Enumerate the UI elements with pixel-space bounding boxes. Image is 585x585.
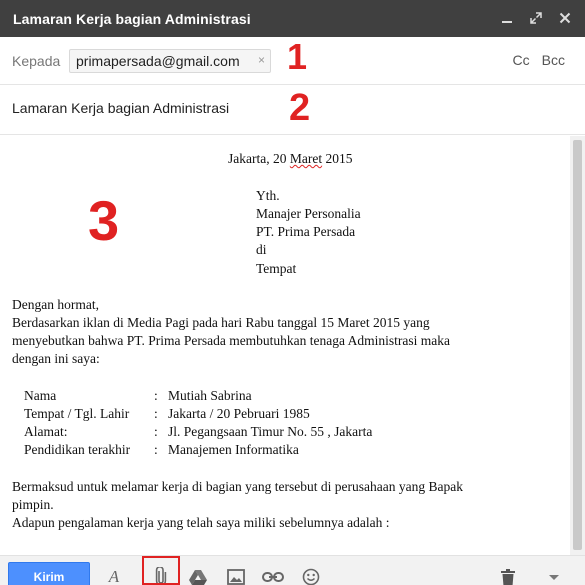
address-line: Yth.	[256, 188, 280, 203]
more-options-icon[interactable]	[543, 566, 565, 585]
window-title: Lamaran Kerja bagian Administrasi	[13, 10, 251, 27]
field-separator: :	[154, 442, 158, 457]
body-scrollbar[interactable]	[570, 136, 585, 555]
trash-icon[interactable]	[497, 566, 519, 585]
compose-toolbar: Kirim A	[0, 555, 585, 585]
format-text-icon[interactable]: A	[103, 566, 125, 585]
message-body[interactable]: Jakarta, 20 Maret 2015 Yth. Manajer Pers…	[0, 136, 570, 555]
address-line: Manajer Personalia	[256, 206, 361, 221]
close-icon[interactable]	[555, 8, 575, 28]
remove-recipient-icon[interactable]: ×	[258, 53, 265, 67]
field-value: Jakarta / 20 Pebruari 1985	[168, 406, 310, 421]
address-line: di	[256, 242, 267, 257]
field-value: Manajemen Informatika	[168, 442, 299, 457]
bcc-link[interactable]: Bcc	[542, 52, 565, 68]
paragraph-line: dengan ini saya:	[12, 351, 100, 366]
annotation-number-2: 2	[289, 87, 311, 129]
field-value: Mutiah Sabrina	[168, 388, 252, 403]
field-label: Tempat / Tgl. Lahir	[24, 406, 130, 421]
field-separator: :	[154, 406, 158, 421]
expand-icon[interactable]	[526, 8, 546, 28]
field-separator: :	[154, 388, 158, 403]
field-label: Nama	[24, 388, 57, 403]
paragraph-line: menyebutkan bahwa PT. Prima Persada memb…	[12, 333, 451, 348]
subject-field[interactable]: Lamaran Kerja bagian Administrasi	[12, 100, 229, 116]
annotation-number-3: 3	[88, 189, 120, 252]
field-value: Jl. Pegangsaan Timur No. 55 , Jakarta	[168, 424, 373, 439]
paragraph-line: Adapun pengalaman kerja yang telah saya …	[12, 515, 390, 530]
emoji-icon[interactable]	[300, 566, 322, 585]
cc-bcc-links: Cc Bcc	[513, 52, 565, 68]
letter-date: Jakarta, 20 Maret 2015	[228, 151, 353, 166]
recipient-chip[interactable]: primapersada@gmail.com ×	[69, 49, 271, 73]
recipient-email: primapersada@gmail.com	[76, 53, 240, 69]
insert-link-icon[interactable]	[262, 566, 284, 585]
scrollbar-thumb[interactable]	[573, 140, 582, 550]
window-controls	[497, 8, 575, 28]
cc-link[interactable]: Cc	[513, 52, 530, 68]
field-label: Pendidikan terakhir	[24, 442, 131, 457]
greeting: Dengan hormat,	[12, 297, 99, 312]
address-line: PT. Prima Persada	[256, 224, 356, 239]
address-line: Tempat	[256, 261, 297, 276]
send-button[interactable]: Kirim	[8, 562, 90, 585]
paragraph-line: pimpin.	[12, 497, 54, 512]
to-label: Kepada	[12, 53, 61, 69]
annotation-number-1: 1	[287, 36, 308, 77]
field-label: Alamat:	[24, 424, 68, 439]
attach-highlight-box	[142, 556, 180, 585]
paragraph-line: Berdasarkan iklan di Media Pagi pada har…	[12, 315, 430, 330]
compose-titlebar: Lamaran Kerja bagian Administrasi	[0, 0, 585, 37]
drive-icon[interactable]	[187, 566, 209, 585]
paragraph-line: Bermaksud untuk melamar kerja di bagian …	[12, 479, 463, 494]
field-separator: :	[154, 424, 158, 439]
minimize-icon[interactable]	[497, 8, 517, 28]
insert-photo-icon[interactable]	[225, 566, 247, 585]
